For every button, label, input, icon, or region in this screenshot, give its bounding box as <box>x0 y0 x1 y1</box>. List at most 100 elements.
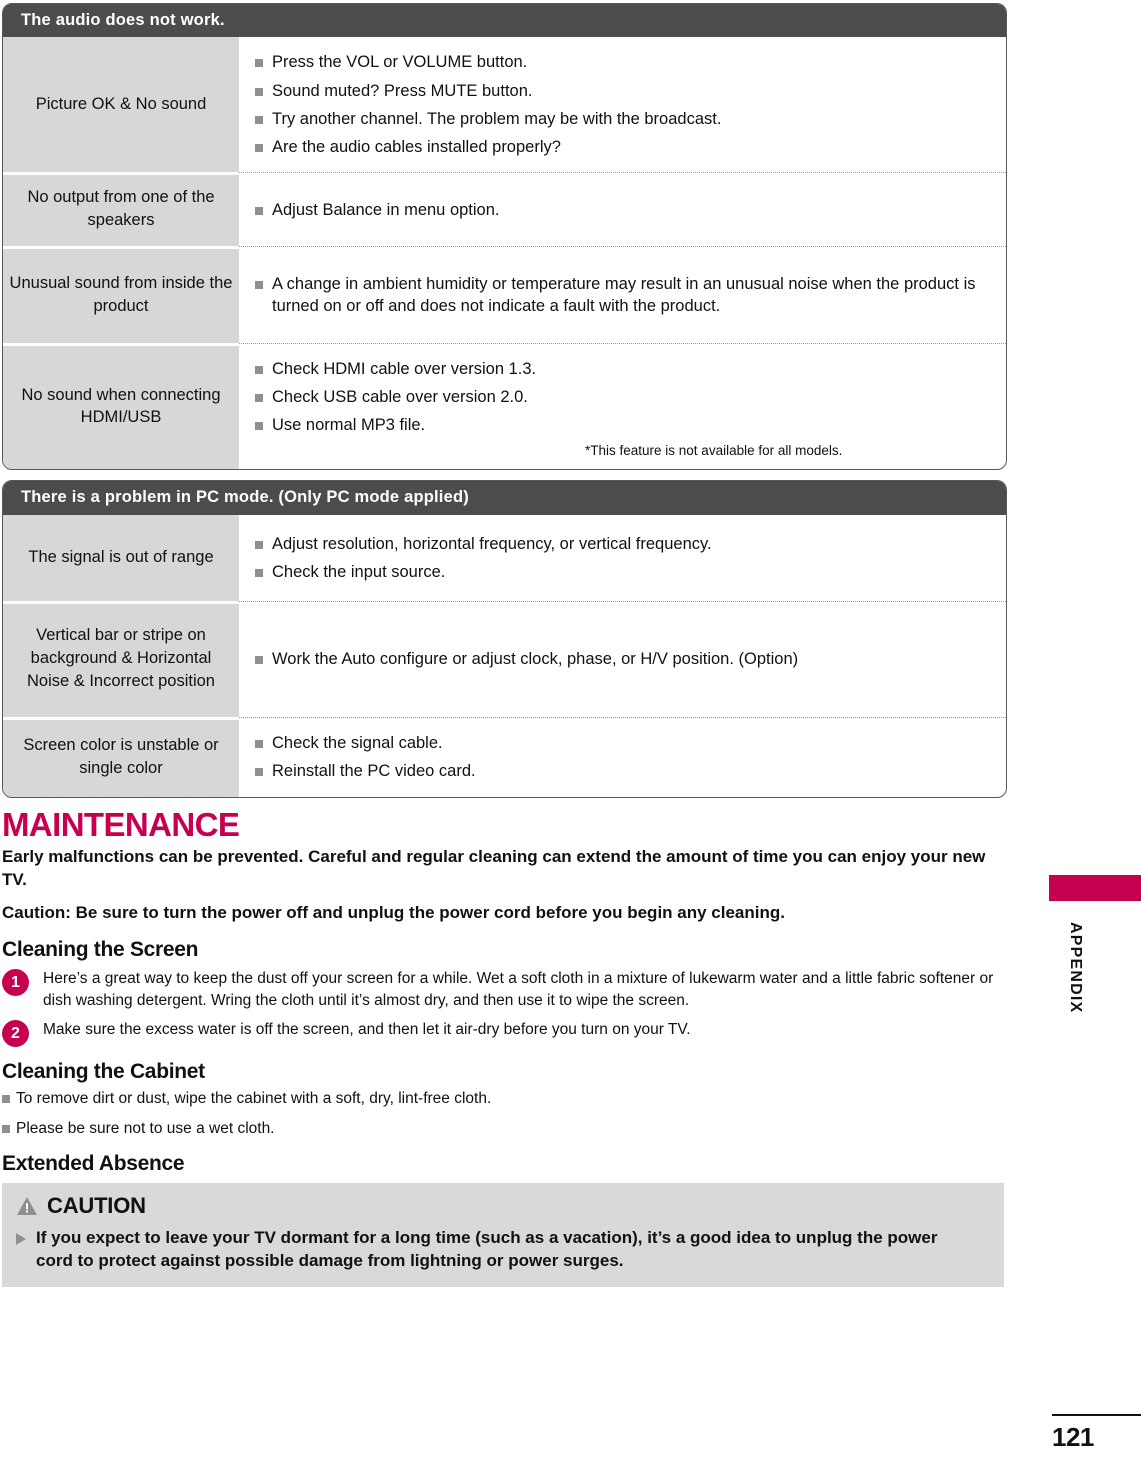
solution-item: Adjust resolution, horizontal frequency,… <box>255 533 998 555</box>
appendix-tab-marker <box>1049 875 1141 901</box>
solution-item: Press the VOL or VOLUME button. <box>255 51 998 73</box>
appendix-tab-label: APPENDIX <box>1067 922 1084 1014</box>
page-number: 121 <box>1052 1422 1094 1452</box>
solution-item: Check the input source. <box>255 561 998 583</box>
table-body-audio: Picture OK & No sound Press the VOL or V… <box>3 37 1006 470</box>
row-label: Vertical bar or stripe on background & H… <box>3 600 239 717</box>
step-number-badge: 2 <box>2 1020 29 1048</box>
list-item: To remove dirt or dust, wipe the cabinet… <box>2 1089 1010 1109</box>
maintenance-intro: Early malfunctions can be prevented. Car… <box>2 846 986 889</box>
solution-text: Are the audio cables installed properly? <box>272 137 561 156</box>
list-item: Please be sure not to use a wet cloth. <box>2 1119 1010 1139</box>
caution-header: CAUTION <box>16 1193 990 1219</box>
caution-label: CAUTION <box>47 1192 146 1218</box>
list-item-text: Please be sure not to use a wet cloth. <box>16 1119 275 1137</box>
square-bullet-icon <box>255 115 263 124</box>
square-bullet-icon <box>255 656 263 665</box>
solution-text: Work the Auto configure or adjust clock,… <box>272 650 799 669</box>
maintenance-caution-line: Caution: Be sure to turn the power off a… <box>2 903 785 923</box>
solution-text: Check the signal cable. <box>272 734 443 752</box>
row-solutions: Press the VOL or VOLUME button. Sound mu… <box>239 37 1006 172</box>
solution-text: Adjust resolution, horizontal frequency,… <box>272 534 712 553</box>
square-bullet-icon <box>255 768 263 777</box>
solution-item: Work the Auto configure or adjust clock,… <box>255 648 998 670</box>
solution-item: A change in ambient humidity or temperat… <box>255 273 998 317</box>
cleaning-cabinet-list: To remove dirt or dust, wipe the cabinet… <box>2 1089 1010 1138</box>
table-row: Unusual sound from inside the product A … <box>3 246 1006 344</box>
solution-text: Check HDMI cable over version 1.3. <box>272 360 537 379</box>
page-sidebar: APPENDIX 121 <box>1010 0 1141 1470</box>
square-bullet-icon <box>255 740 263 748</box>
solution-text: Check USB cable over version 2.0. <box>272 388 528 407</box>
step-number-badge: 1 <box>2 969 29 997</box>
solution-item: Adjust Balance in menu option. <box>255 199 998 221</box>
solution-item: Use normal MP3 file. <box>255 414 998 436</box>
solution-text: Sound muted? Press MUTE button. <box>272 81 533 100</box>
caution-text: If you expect to leave your TV dormant f… <box>36 1227 938 1271</box>
row-solutions: Check the signal cable. Reinstall the PC… <box>239 716 1006 797</box>
row-solutions: Adjust Balance in menu option. <box>239 172 1006 246</box>
solution-text: Adjust Balance in menu option. <box>272 200 500 219</box>
table-row: Picture OK & No sound Press the VOL or V… <box>3 37 1006 173</box>
table-row: The signal is out of range Adjust resolu… <box>3 514 1006 601</box>
solution-text: Press the VOL or VOLUME button. <box>272 53 528 72</box>
row-solutions: A change in ambient humidity or temperat… <box>239 246 1006 343</box>
square-bullet-icon <box>255 206 263 215</box>
row-label: No sound when connecting HDMI/USB <box>3 343 239 470</box>
solution-item: Check USB cable over version 2.0. <box>255 386 998 408</box>
solution-item: Try another channel. The problem may be … <box>255 108 998 130</box>
solution-text: Use normal MP3 file. <box>272 416 426 435</box>
square-bullet-icon <box>255 143 263 152</box>
square-bullet-icon <box>255 540 263 549</box>
manual-page: The audio does not work. Picture OK & No… <box>0 0 1141 1470</box>
subsection-title-cleaning-cabinet: Cleaning the Cabinet <box>2 1060 205 1084</box>
list-item-text: To remove dirt or dust, wipe the cabinet… <box>16 1090 492 1108</box>
row-label: Unusual sound from inside the product <box>3 246 239 344</box>
caution-item: If you expect to leave your TV dormant f… <box>16 1226 990 1273</box>
troubleshooting-table-audio: The audio does not work. Picture OK & No… <box>2 3 1007 471</box>
row-solutions: Adjust resolution, horizontal frequency,… <box>239 515 1006 601</box>
solution-text: A change in ambient humidity or temperat… <box>272 275 976 316</box>
subsection-title-cleaning-screen: Cleaning the Screen <box>2 938 199 962</box>
table-row: Vertical bar or stripe on background & H… <box>3 600 1006 717</box>
footnote: *This feature is not available for all m… <box>585 443 843 459</box>
solution-text: Reinstall the PC video card. <box>272 762 476 781</box>
square-bullet-icon <box>255 87 263 96</box>
solution-item: Reinstall the PC video card. <box>255 760 998 782</box>
table-row: No sound when connecting HDMI/USB Check … <box>3 343 1006 470</box>
square-bullet-icon <box>255 394 263 403</box>
row-label: Screen color is unstable or single color <box>3 716 239 797</box>
solution-text: Try another channel. The problem may be … <box>272 109 722 128</box>
caution-box: CAUTION If you expect to leave your TV d… <box>2 1182 1004 1287</box>
step-text: Make sure the excess water is off the sc… <box>43 1021 691 1039</box>
row-solutions: Work the Auto configure or adjust clock,… <box>239 600 1006 717</box>
solution-item: Check the signal cable. <box>255 732 998 754</box>
solution-item: Sound muted? Press MUTE button. <box>255 80 998 102</box>
row-label: Picture OK & No sound <box>3 37 239 173</box>
triangle-bullet-icon <box>16 1232 27 1245</box>
table-body-pc-mode: The signal is out of range Adjust resolu… <box>3 514 1006 797</box>
page-content: The audio does not work. Picture OK & No… <box>0 0 1010 1287</box>
subsection-title-extended-absence: Extended Absence <box>2 1151 185 1175</box>
square-bullet-icon <box>255 281 263 290</box>
section-title-maintenance: MAINTENANCE <box>2 805 240 843</box>
page-number-rule <box>1052 1414 1141 1416</box>
square-bullet-icon <box>2 1095 10 1104</box>
step-text: Here’s a great way to keep the dust off … <box>43 970 994 1010</box>
square-bullet-icon <box>255 366 263 375</box>
square-bullet-icon <box>255 568 263 577</box>
troubleshooting-table-pc-mode: There is a problem in PC mode. (Only PC … <box>2 480 1007 798</box>
solution-text: Check the input source. <box>272 562 446 581</box>
warning-triangle-icon <box>17 1196 37 1215</box>
row-label: The signal is out of range <box>3 514 239 601</box>
table-row: Screen color is unstable or single color… <box>3 716 1006 797</box>
row-solutions: Check HDMI cable over version 1.3. Check… <box>239 343 1006 469</box>
table-header-audio: The audio does not work. <box>3 4 1006 38</box>
solution-item: Are the audio cables installed properly? <box>255 136 998 158</box>
square-bullet-icon <box>2 1124 10 1133</box>
cleaning-screen-steps: 1 Here’s a great way to keep the dust of… <box>2 968 1010 1048</box>
solution-item: Check HDMI cable over version 1.3. <box>255 358 998 380</box>
list-item: 1 Here’s a great way to keep the dust of… <box>2 968 1010 1012</box>
square-bullet-icon <box>255 422 263 431</box>
square-bullet-icon <box>255 59 263 68</box>
